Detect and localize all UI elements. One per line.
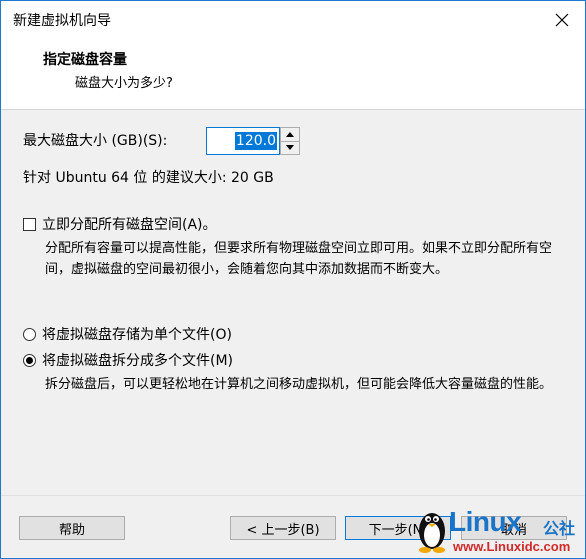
content-area: 最大磁盘大小 (GB)(S): 120.0 针对 Ubuntu 64 位 的建议…: [1, 110, 585, 494]
disk-size-row: 最大磁盘大小 (GB)(S):: [23, 130, 167, 150]
stepper-buttons: [280, 127, 300, 155]
allocate-all-checkbox[interactable]: [23, 217, 36, 231]
split-files-radio[interactable]: [23, 353, 36, 367]
recommended-size-text: 针对 Ubuntu 64 位 的建议大小: 20 GB: [23, 170, 274, 186]
page-title: 指定磁盘容量: [43, 52, 127, 68]
close-icon: [555, 13, 569, 27]
disk-size-stepper[interactable]: 120.0: [206, 127, 300, 157]
help-button[interactable]: 帮助: [19, 516, 125, 540]
allocate-all-checkbox-row[interactable]: 立即分配所有磁盘空间(A)。: [23, 214, 217, 234]
allocate-all-label: 立即分配所有磁盘空间(A)。: [42, 217, 217, 233]
split-files-option[interactable]: 将虚拟磁盘拆分成多个文件(M): [23, 350, 233, 370]
allocate-description: 分配所有容量可以提高性能，但要求所有物理磁盘空间立即可用。如果不立即分配所有空间…: [45, 241, 553, 277]
close-button[interactable]: [539, 1, 585, 39]
single-file-label: 将虚拟磁盘存储为单个文件(O): [42, 327, 232, 343]
wizard-window: 新建虚拟机向导 指定磁盘容量 磁盘大小为多少? 最大磁盘大小 (GB)(S): …: [0, 0, 586, 559]
single-file-option[interactable]: 将虚拟磁盘存储为单个文件(O): [23, 324, 232, 344]
increment-button[interactable]: [281, 128, 299, 142]
page-subtitle: 磁盘大小为多少?: [75, 76, 173, 91]
decrement-button[interactable]: [281, 142, 299, 155]
watermark-brand: Linux: [449, 506, 522, 537]
disk-size-value: 120.0: [234, 132, 277, 150]
header-panel: 指定磁盘容量 磁盘大小为多少?: [1, 39, 585, 110]
split-description: 拆分磁盘后，可以更轻松地在计算机之间移动虚拟机，但可能会降低大容量磁盘的性能。: [45, 377, 553, 392]
disk-size-input[interactable]: 120.0: [206, 127, 280, 155]
window-title: 新建虚拟机向导: [13, 13, 111, 29]
split-files-label: 将虚拟磁盘拆分成多个文件(M): [42, 353, 234, 369]
watermark: Linux 公社 www.Linuxidc.com: [413, 501, 585, 558]
disk-size-label: 最大磁盘大小 (GB)(S):: [23, 133, 168, 149]
watermark-url: www.Linuxidc.com: [453, 539, 571, 554]
single-file-radio[interactable]: [23, 327, 36, 341]
back-button[interactable]: < 上一步(B): [230, 516, 336, 540]
watermark-chinese: 公社: [543, 519, 576, 538]
chevron-up-icon: [286, 131, 294, 137]
radio-selected-dot: [26, 356, 33, 364]
title-bar: 新建虚拟机向导: [1, 1, 585, 39]
chevron-down-icon: [286, 145, 294, 151]
tux-penguin-icon: [419, 513, 445, 553]
